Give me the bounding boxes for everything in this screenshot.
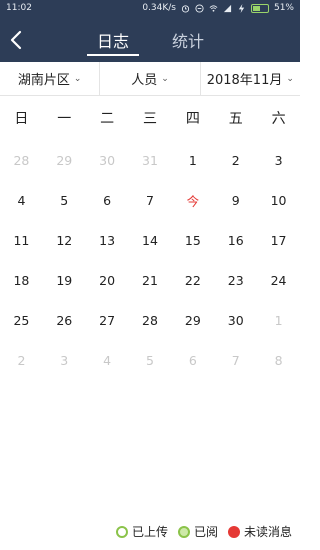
calendar-day: 30 [99, 152, 116, 168]
chevron-down-icon: ⌄ [286, 73, 294, 84]
legend: 已上传 已阅 未读消息 [115, 523, 292, 540]
calendar-day[interactable]: 24 [257, 260, 300, 300]
calendar-day[interactable]: 21 [129, 260, 172, 300]
calendar: 日一二三四五六 28 29 30 31 1 2 3 4 5 6 7 今 9 10 11 12 13 14 15 16 1… [0, 96, 300, 380]
calendar-day[interactable]: 3 [257, 140, 300, 180]
weekday-label: 二 [100, 111, 115, 127]
calendar-day[interactable]: 11 [0, 220, 43, 260]
calendar-day[interactable]: 26 [43, 300, 86, 340]
network-speed: 0.34K/s [142, 3, 176, 13]
month-filter[interactable]: 2018年11月 ⌄ [201, 62, 300, 95]
calendar-day[interactable]: 1 [171, 140, 214, 180]
calendar-day[interactable]: 9 [214, 180, 257, 220]
wifi-icon [209, 4, 218, 12]
calendar-day[interactable]: 19 [43, 260, 86, 300]
weekday-label: 一 [57, 111, 72, 127]
calendar-day[interactable]: 5 [43, 180, 86, 220]
person-filter-label: 人员 [131, 73, 158, 88]
calendar-day: 4 [103, 352, 112, 368]
active-tab-indicator [87, 54, 139, 56]
calendar-day: 6 [188, 352, 197, 368]
battery-percent: 51% [273, 3, 294, 13]
legend-read-label: 已阅 [193, 525, 218, 539]
tab-tongji[interactable]: 统计 [172, 28, 204, 52]
unread-dot-icon [227, 525, 240, 538]
calendar-day: 28 [13, 152, 30, 168]
person-filter[interactable]: 人员 ⌄ [100, 62, 201, 95]
weekday-label: 六 [271, 111, 286, 127]
month-filter-label: 2018年11月 [206, 73, 283, 88]
calendar-day[interactable]: 28 [129, 300, 172, 340]
calendar-grid: 28 29 30 31 1 2 3 4 5 6 7 今 9 10 11 12 13 14 15 16 17 18 19 20 2… [0, 140, 300, 380]
legend-read: 已阅 [177, 523, 218, 540]
calendar-day: 2 [17, 352, 26, 368]
calendar-day[interactable]: 17 [257, 220, 300, 260]
calendar-day-today[interactable]: 今 [171, 180, 214, 220]
weekday-label: 三 [142, 111, 157, 127]
calendar-day: 29 [56, 152, 73, 168]
battery-fill [252, 5, 260, 11]
weekday-label: 五 [228, 111, 243, 127]
calendar-day[interactable]: 13 [86, 220, 129, 260]
calendar-day[interactable]: 7 [129, 180, 172, 220]
legend-uploaded: 已上传 [115, 523, 168, 540]
calendar-day: 31 [142, 152, 158, 168]
status-indicators: 0.34K/s 51% [142, 3, 294, 13]
calendar-day[interactable]: 20 [86, 260, 129, 300]
status-time: 11:02 [6, 3, 32, 13]
calendar-day[interactable]: 12 [43, 220, 86, 260]
signal-icon [223, 4, 232, 12]
calendar-day[interactable]: 27 [86, 300, 129, 340]
calendar-day[interactable]: 22 [171, 260, 214, 300]
calendar-day[interactable]: 23 [214, 260, 257, 300]
region-filter[interactable]: 湖南片区 ⌄ [0, 62, 101, 95]
calendar-day: 7 [231, 352, 240, 368]
calendar-day: 8 [274, 352, 283, 368]
calendar-day[interactable]: 18 [0, 260, 43, 300]
back-button[interactable] [6, 26, 26, 54]
uploaded-dot-icon [115, 525, 128, 538]
calendar-day: 1 [274, 312, 283, 328]
calendar-day[interactable]: 16 [214, 220, 257, 260]
read-dot-icon [177, 525, 190, 538]
calendar-day[interactable]: 15 [171, 220, 214, 260]
app-header: 11:02 0.34K/s 51% 日志 统计 [0, 0, 300, 62]
calendar-day: 5 [146, 352, 154, 368]
calendar-day[interactable]: 10 [257, 180, 300, 220]
calendar-day[interactable]: 2 [214, 140, 257, 180]
legend-unread-label: 未读消息 [243, 525, 292, 539]
chevron-down-icon: ⌄ [161, 73, 169, 84]
calendar-day[interactable]: 29 [171, 300, 214, 340]
weekday-header: 日一二三四五六 [0, 96, 300, 140]
calendar-day[interactable]: 14 [129, 220, 172, 260]
calendar-day[interactable]: 6 [86, 180, 129, 220]
legend-unread: 未读消息 [227, 523, 292, 540]
charging-icon [238, 3, 245, 13]
status-bar: 11:02 0.34K/s 51% [0, 0, 300, 18]
battery-icon [250, 3, 269, 13]
calendar-day[interactable]: 4 [0, 180, 43, 220]
weekday-label: 四 [185, 111, 200, 127]
calendar-day: 3 [60, 352, 69, 368]
calendar-day[interactable]: 30 [214, 300, 257, 340]
legend-uploaded-label: 已上传 [131, 525, 168, 539]
chevron-down-icon: ⌄ [73, 73, 82, 84]
tab-rizhi[interactable]: 日志 [97, 28, 129, 52]
filter-bar: 湖南片区 ⌄ 人员 ⌄ 2018年11月 ⌄ [0, 62, 300, 96]
region-filter-label: 湖南片区 [17, 73, 70, 88]
chevron-left-icon [10, 30, 22, 50]
dnd-icon [195, 3, 204, 13]
alarm-icon [181, 4, 190, 13]
nav-bar: 日志 统计 [0, 18, 300, 62]
weekday-label: 日 [14, 111, 29, 127]
calendar-day[interactable]: 25 [0, 300, 43, 340]
